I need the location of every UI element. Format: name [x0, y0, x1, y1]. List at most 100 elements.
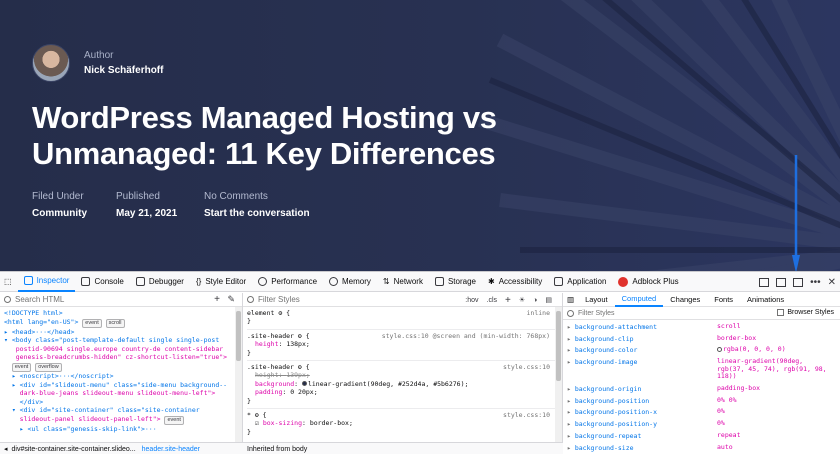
rule-source[interactable]: inline [527, 309, 550, 317]
close-icon[interactable]: ✕ [828, 277, 836, 288]
sidebar-toggle-icon[interactable]: ▥ [563, 295, 578, 304]
color-swatch-icon [717, 346, 722, 352]
markup-line: </div> [4, 397, 44, 406]
tab-console[interactable]: Console [75, 272, 129, 292]
add-rule-icon[interactable]: + [505, 295, 511, 306]
rule-property[interactable]: ☑ box-sizing: border-box; [247, 419, 558, 427]
tab-network[interactable]: ⇅ Network [377, 272, 429, 292]
computed-row[interactable]: background-sizeauto [567, 442, 836, 454]
add-node-icon[interactable]: + [214, 294, 220, 305]
tab-performance[interactable]: Performance [252, 272, 323, 292]
markup-line[interactable]: ▸ <div id="slideout-menu" class="side-me… [4, 381, 227, 389]
markup-line[interactable]: ▸ <noscript>···</noscript> [4, 372, 114, 380]
markup-line: postid-90694 single.europe country-de co… [4, 344, 224, 353]
computed-filter-input[interactable]: Filter Styles [578, 310, 615, 317]
hov-toggle[interactable]: :hov [465, 297, 478, 304]
sidebar-tabs: ▥ Layout Computed Changes Fonts Animatio… [563, 293, 840, 307]
tab-fonts[interactable]: Fonts [707, 293, 740, 307]
browser-styles-toggle[interactable]: Browser Styles [777, 309, 834, 316]
console-icon [81, 277, 91, 286]
element-picker-icon[interactable]: ⬚ [0, 272, 18, 292]
rule-property-overridden[interactable]: height: 139px; [247, 371, 558, 379]
rule-source[interactable]: style.css:10 [503, 363, 550, 371]
dock-side-icon[interactable] [793, 277, 804, 287]
scroll-badge[interactable]: scroll [105, 318, 125, 328]
annotation-arrow-icon [792, 155, 800, 273]
markup-line[interactable]: <html lang="en-US"> [4, 318, 78, 326]
rule-property[interactable]: background: linear-gradient(90deg, #252d… [247, 380, 558, 388]
computed-row[interactable]: background-imagelinear-gradient(90deg, r… [567, 356, 836, 383]
computed-row[interactable]: background-position0% 0% [567, 395, 836, 407]
computed-row[interactable]: background-clipborder-box [567, 333, 836, 345]
responsive-mode-icon[interactable] [759, 277, 770, 287]
tab-storage[interactable]: Storage [429, 272, 482, 292]
markup-line[interactable]: ▸ <ul class="genesis-skip-link">··· [4, 425, 157, 433]
markup-line[interactable]: ▸ <head>···</head> [4, 328, 74, 336]
light-mode-icon[interactable]: ☀ [519, 296, 525, 304]
filter-icon [567, 309, 574, 317]
computed-filter-bar[interactable]: Filter Styles Browser Styles [563, 307, 840, 320]
markup-line[interactable]: ▾ <div id="site-container" class="site-c… [4, 406, 200, 414]
checkbox-icon[interactable] [777, 309, 785, 316]
rule-universal[interactable]: * ⚙ { style.css:10 ☑ box-sizing: border-… [247, 411, 558, 439]
rule-element[interactable]: element ⚙ { inline } [247, 309, 558, 330]
computed-row[interactable]: background-colorrgba(0, 0, 0, 0) [567, 344, 836, 356]
checkbox-icon[interactable]: ☑ [255, 419, 259, 427]
computed-row[interactable]: background-attachmentscroll [567, 321, 836, 333]
color-swatch-icon[interactable] [301, 381, 307, 387]
tab-adblock-plus[interactable]: Adblock Plus [612, 272, 684, 292]
event-badge[interactable]: event [82, 318, 102, 328]
computed-list: background-attachmentscroll background-c… [563, 320, 840, 454]
rule-property[interactable]: height: 138px; [247, 340, 558, 348]
rule-site-header-media[interactable]: .site-header ⚙ { style.css:10 @screen an… [247, 331, 558, 362]
meta-comments: No Comments Start the conversation [204, 191, 310, 219]
breadcrumb-selected[interactable]: header.site-header [142, 446, 200, 453]
markup-line[interactable]: <!DOCTYPE html> [4, 309, 63, 317]
html-search-bar[interactable]: Search HTML + ✎ [0, 293, 242, 307]
author-name[interactable]: Nick Schäferhoff [84, 65, 163, 76]
author-avatar[interactable] [32, 44, 70, 82]
cls-toggle[interactable]: .cls [487, 297, 498, 304]
tab-application[interactable]: Application [548, 272, 612, 292]
tab-memory[interactable]: Memory [323, 272, 377, 292]
tab-debugger[interactable]: Debugger [130, 272, 190, 292]
tab-style-editor[interactable]: {} Style Editor [190, 272, 252, 292]
markup-scrollbar[interactable] [235, 307, 242, 442]
rule-source[interactable]: style.css:10 @screen and (min-width: 768… [382, 332, 550, 340]
breadcrumb-back-icon[interactable]: ◂ [4, 445, 8, 453]
scrollbar-thumb[interactable] [236, 311, 241, 361]
overflow-badge[interactable]: overflow [35, 362, 62, 372]
rule-property[interactable]: padding: 0 20px; [247, 388, 558, 396]
meta-category-link[interactable]: Community [32, 208, 87, 219]
computed-row[interactable]: background-repeatrepeat [567, 430, 836, 442]
rule-source[interactable]: style.css:10 [503, 411, 550, 419]
search-html-input[interactable]: Search HTML [15, 295, 64, 304]
event-badge[interactable]: event [11, 362, 32, 372]
tab-accessibility[interactable]: ✱ Accessibility [482, 272, 548, 292]
event-badge[interactable]: event [164, 415, 184, 425]
split-console-icon[interactable] [776, 277, 787, 287]
tab-computed[interactable]: Computed [614, 293, 664, 307]
breadcrumb-item[interactable]: div#site-container.site-container.slideo… [12, 446, 136, 453]
tab-animations[interactable]: Animations [740, 293, 791, 307]
meta-comments-link[interactable]: Start the conversation [204, 208, 310, 219]
tab-inspector[interactable]: Inspector [17, 272, 76, 292]
tab-layout[interactable]: Layout [578, 293, 615, 307]
tab-label: Adblock Plus [632, 277, 679, 286]
rule-selector: .site-header [247, 331, 294, 340]
eyedropper-icon[interactable]: ✎ [227, 294, 235, 305]
tab-changes[interactable]: Changes [663, 293, 707, 307]
computed-row[interactable]: background-position-x0% [567, 406, 836, 418]
rules-pane: Filter Styles :hov .cls + ☀ ◑ ▤ element … [243, 293, 563, 454]
scrollbar-thumb[interactable] [556, 311, 561, 381]
computed-row[interactable]: background-originpadding-box [567, 383, 836, 395]
markup-line[interactable]: ▾ <body class="post-template-default sin… [4, 336, 219, 344]
rules-scrollbar[interactable] [555, 307, 562, 442]
computed-row[interactable]: background-position-y0% [567, 418, 836, 430]
rule-site-header[interactable]: .site-header ⚙ { style.css:10 height: 13… [247, 363, 558, 410]
more-options-icon[interactable]: ••• [810, 277, 821, 288]
print-icon[interactable]: ▤ [545, 296, 552, 304]
dark-mode-icon[interactable]: ◑ [533, 297, 537, 304]
filter-styles-input[interactable]: Filter Styles [258, 295, 300, 304]
performance-icon [258, 277, 268, 286]
